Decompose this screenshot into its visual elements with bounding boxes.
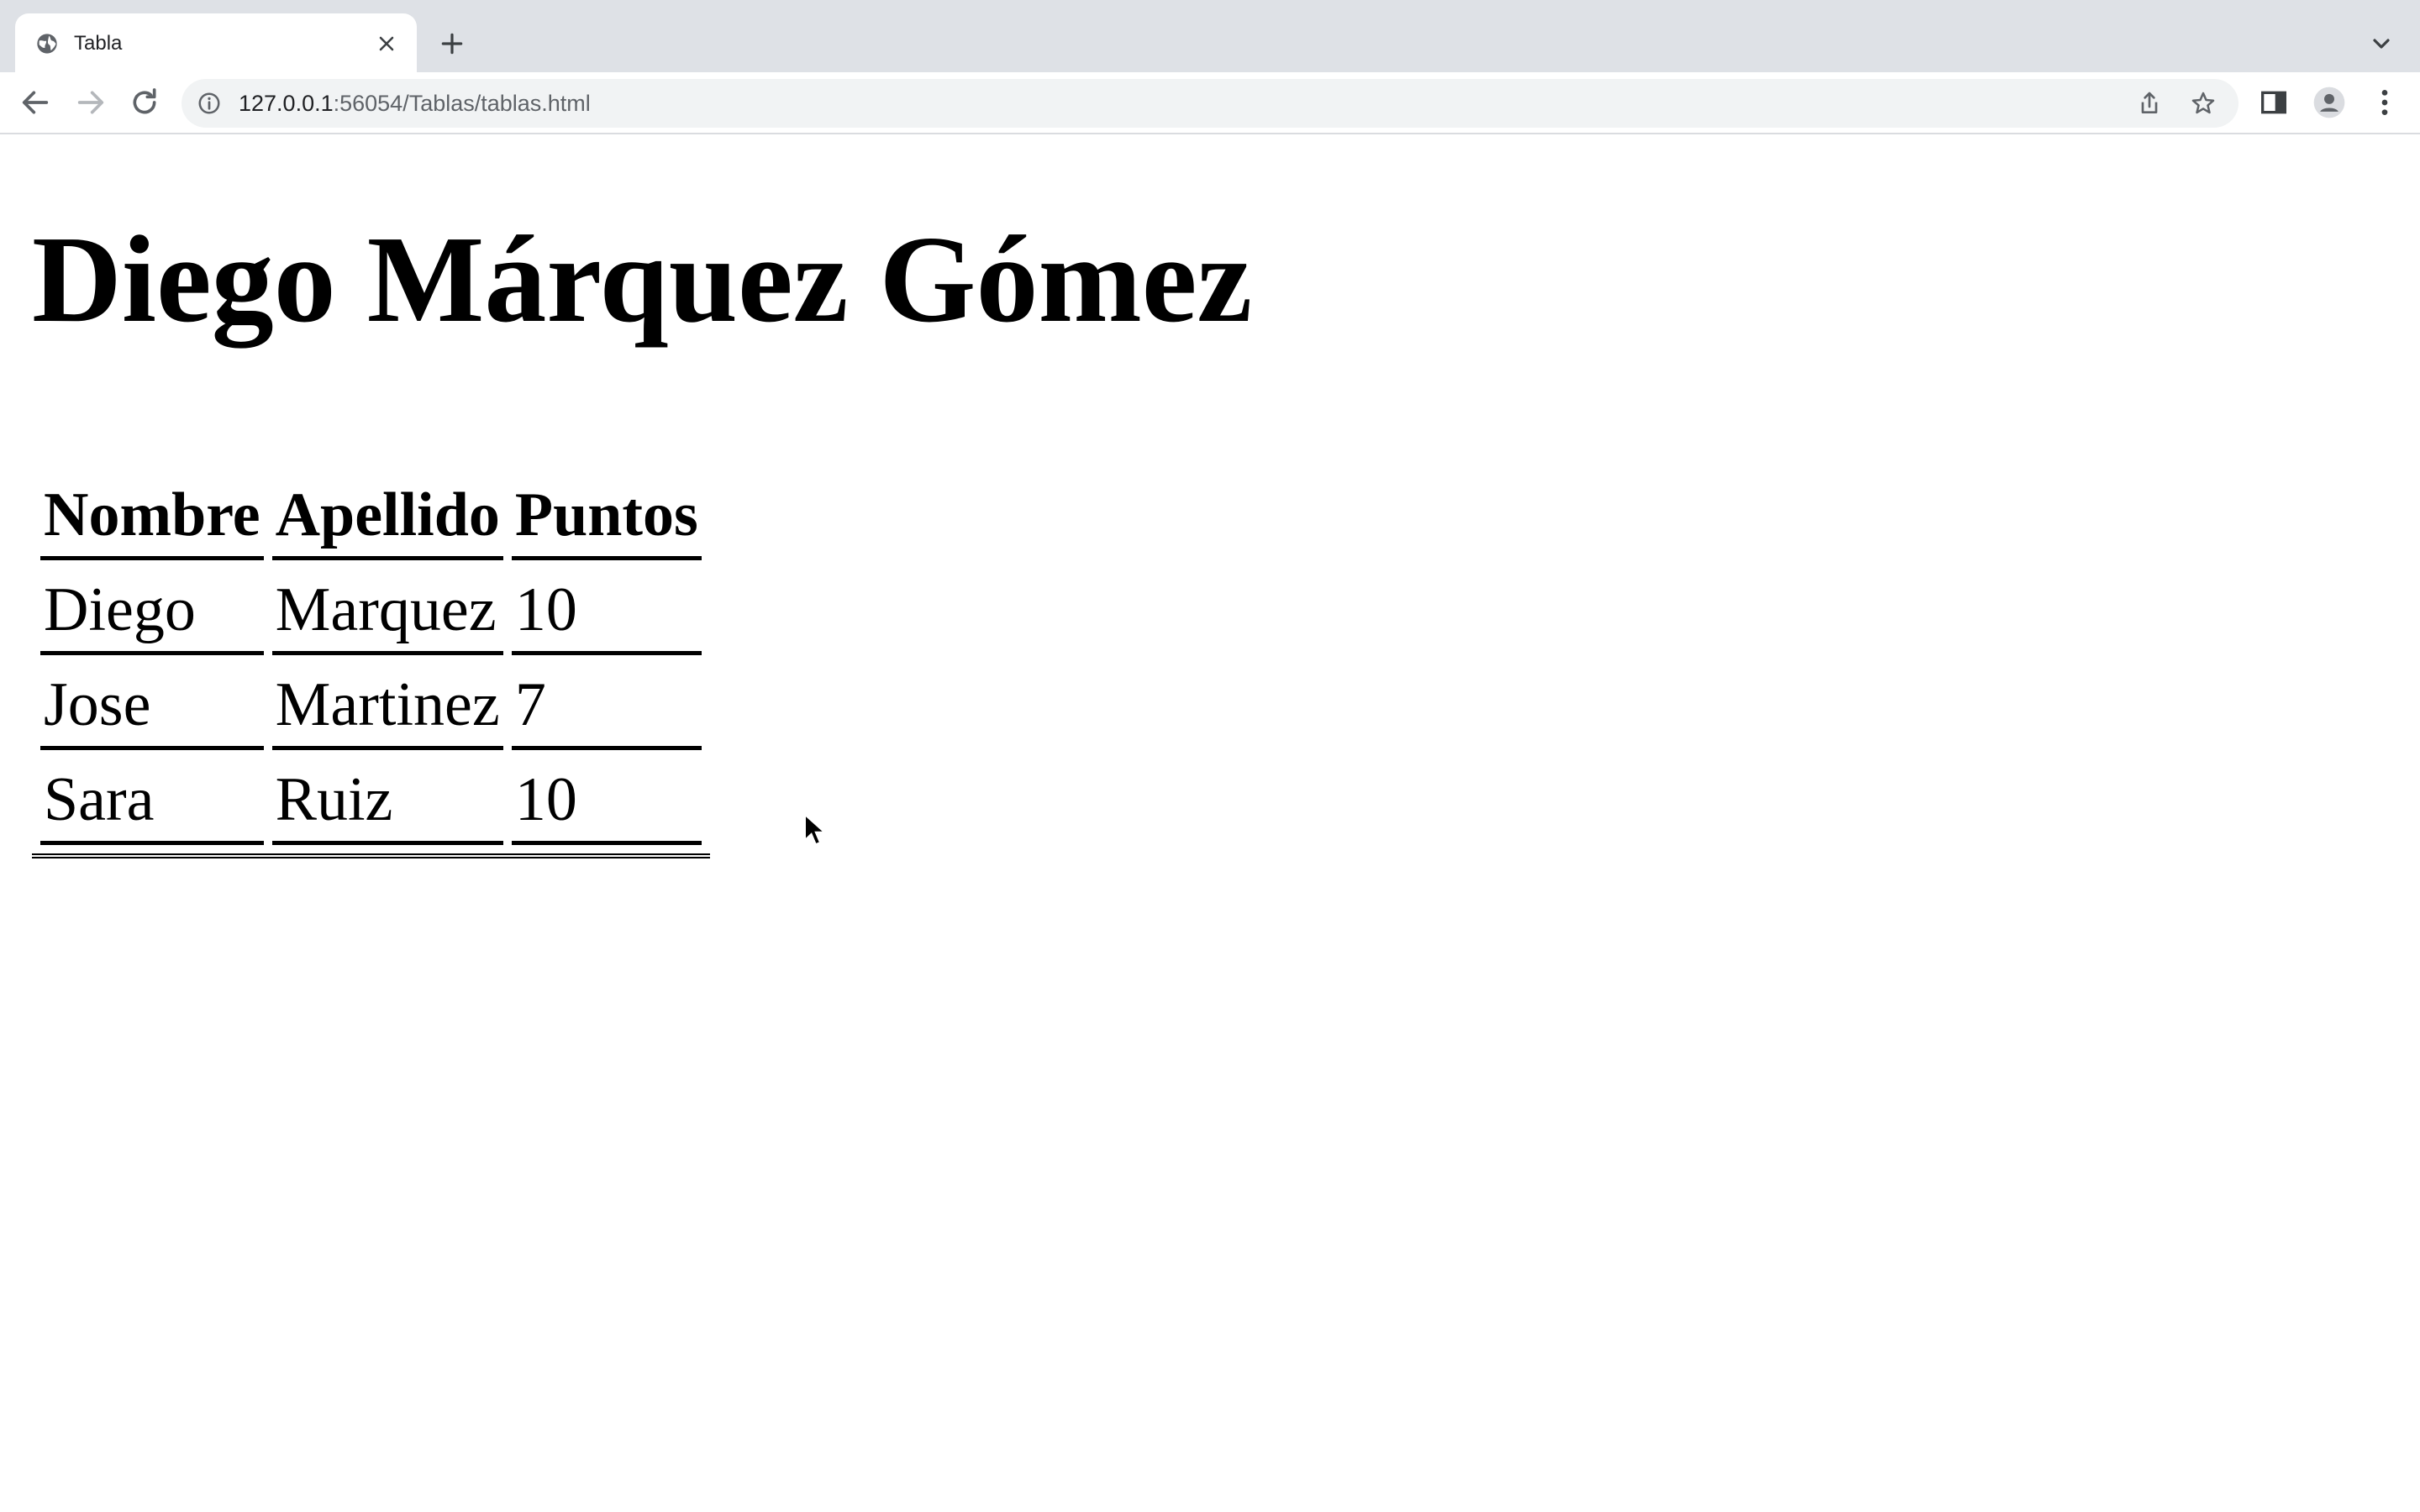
page-title: Diego Márquez Gómez bbox=[32, 211, 1253, 349]
arrow-right-icon[interactable] bbox=[74, 86, 108, 119]
kebab-menu-icon[interactable] bbox=[2368, 86, 2402, 119]
cell-nombre: Sara bbox=[40, 759, 264, 845]
cell-puntos: 10 bbox=[511, 759, 702, 845]
cell-nombre: Jose bbox=[40, 664, 264, 750]
side-panel-icon[interactable] bbox=[2257, 86, 2291, 119]
globe-icon bbox=[37, 34, 57, 54]
cell-apellido: Marquez bbox=[271, 569, 503, 655]
table-row: Diego Marquez 10 bbox=[40, 569, 702, 655]
browser-window: Tabla 127.0.0.1:56054/Tablas/tablas.html… bbox=[0, 0, 2420, 1512]
close-icon[interactable] bbox=[375, 32, 398, 55]
table-header-row: Nombre Apellido Puntos bbox=[40, 474, 702, 560]
column-header-apellido: Apellido bbox=[271, 474, 503, 560]
column-header-nombre: Nombre bbox=[40, 474, 264, 560]
column-header-puntos: Puntos bbox=[511, 474, 702, 560]
arrow-left-icon[interactable] bbox=[18, 86, 52, 119]
table-row: Jose Martinez 7 bbox=[40, 664, 702, 750]
chevron-down-icon[interactable] bbox=[2368, 30, 2395, 57]
share-icon[interactable] bbox=[2136, 90, 2163, 117]
star-icon[interactable] bbox=[2190, 90, 2217, 117]
reload-icon[interactable] bbox=[128, 86, 161, 119]
plus-icon[interactable] bbox=[439, 30, 466, 57]
cell-nombre: Diego bbox=[40, 569, 264, 655]
cell-apellido: Ruiz bbox=[271, 759, 503, 845]
cell-puntos: 7 bbox=[511, 664, 702, 750]
cell-puntos: 10 bbox=[511, 569, 702, 655]
tab-strip: Tabla bbox=[0, 0, 2420, 72]
table-row: Sara Ruiz 10 bbox=[40, 759, 702, 845]
address-bar[interactable]: 127.0.0.1:56054/Tablas/tablas.html bbox=[182, 79, 2238, 128]
mouse-cursor-icon bbox=[804, 813, 827, 846]
page-content: Diego Márquez Gómez Nombre Apellido Punt… bbox=[0, 134, 2420, 1512]
url-path: :56054/Tablas/tablas.html bbox=[333, 91, 591, 116]
toolbar: 127.0.0.1:56054/Tablas/tablas.html bbox=[0, 72, 2420, 134]
info-icon[interactable] bbox=[197, 91, 222, 116]
url-host: 127.0.0.1 bbox=[239, 91, 334, 116]
profile-icon[interactable] bbox=[2312, 86, 2346, 119]
url-text[interactable]: 127.0.0.1:56054/Tablas/tablas.html bbox=[239, 89, 591, 118]
cell-apellido: Martinez bbox=[271, 664, 503, 750]
tab-tabla[interactable]: Tabla bbox=[15, 13, 417, 72]
scores-table: Nombre Apellido Puntos Diego Marquez 10 … bbox=[32, 465, 710, 858]
tab-title: Tabla bbox=[74, 32, 123, 55]
